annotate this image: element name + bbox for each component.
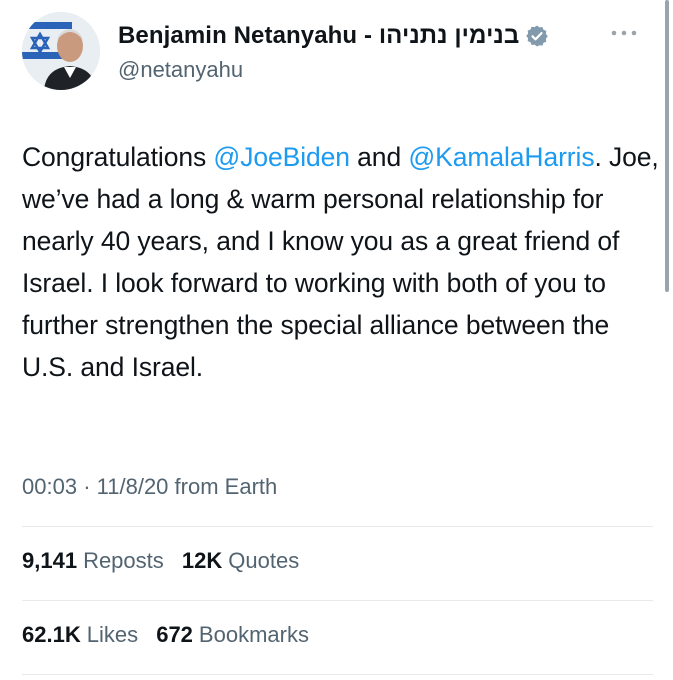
likes-label: Likes — [86, 622, 139, 647]
bookmarks-label: Bookmarks — [198, 622, 309, 647]
mention-joebiden[interactable]: @JoeBiden — [213, 142, 350, 172]
stats-row-likes: 62.1K Likes 672 Bookmarks — [22, 622, 321, 648]
stats-row-reposts: 9,141 Reposts 12K Quotes — [22, 548, 311, 574]
tweet-meta: 00:03 · 11/8/20 from Earth — [22, 474, 277, 500]
avatar-image — [22, 12, 100, 90]
verified-badge-icon — [525, 24, 549, 48]
reposts-stat[interactable]: 9,141 Reposts — [22, 548, 164, 574]
meta-separator: · — [83, 474, 91, 499]
bookmarks-count: 672 — [156, 622, 193, 647]
reposts-label: Reposts — [83, 548, 164, 573]
reposts-count: 9,141 — [22, 548, 78, 573]
more-options-icon[interactable] — [609, 26, 639, 40]
divider — [22, 600, 653, 601]
tweet-time[interactable]: 00:03 — [22, 474, 77, 499]
divider — [22, 526, 653, 527]
quotes-count: 12K — [181, 548, 223, 573]
author-handle[interactable]: @netanyahu — [118, 57, 243, 83]
avatar[interactable] — [22, 12, 100, 90]
divider — [22, 674, 653, 675]
tweet-header: Benjamin Netanyahu - בנימין נתניהו @neta… — [22, 12, 673, 92]
tweet-text-segment: . Joe, we’ve had a long & warm personal … — [22, 142, 659, 382]
likes-count: 62.1K — [22, 622, 81, 647]
tweet-date[interactable]: 11/8/20 — [97, 474, 169, 499]
author-name-row: Benjamin Netanyahu - בנימין נתניהו — [118, 22, 549, 50]
tweet-source: from Earth — [174, 474, 278, 499]
scrollbar[interactable] — [665, 0, 669, 292]
bookmarks-stat[interactable]: 672 Bookmarks — [156, 622, 309, 648]
tweet-text-segment: Congratulations — [22, 142, 214, 172]
tweet-text-segment: and — [349, 142, 409, 172]
quotes-stat[interactable]: 12K Quotes — [182, 548, 299, 574]
quotes-label: Quotes — [228, 548, 300, 573]
author-display-name[interactable]: Benjamin Netanyahu - בנימין נתניהו — [118, 22, 519, 50]
likes-stat[interactable]: 62.1K Likes — [22, 622, 138, 648]
mention-kamalaharris[interactable]: @KamalaHarris — [408, 142, 594, 172]
tweet-text: Congratulations @JoeBiden and @KamalaHar… — [22, 136, 662, 388]
